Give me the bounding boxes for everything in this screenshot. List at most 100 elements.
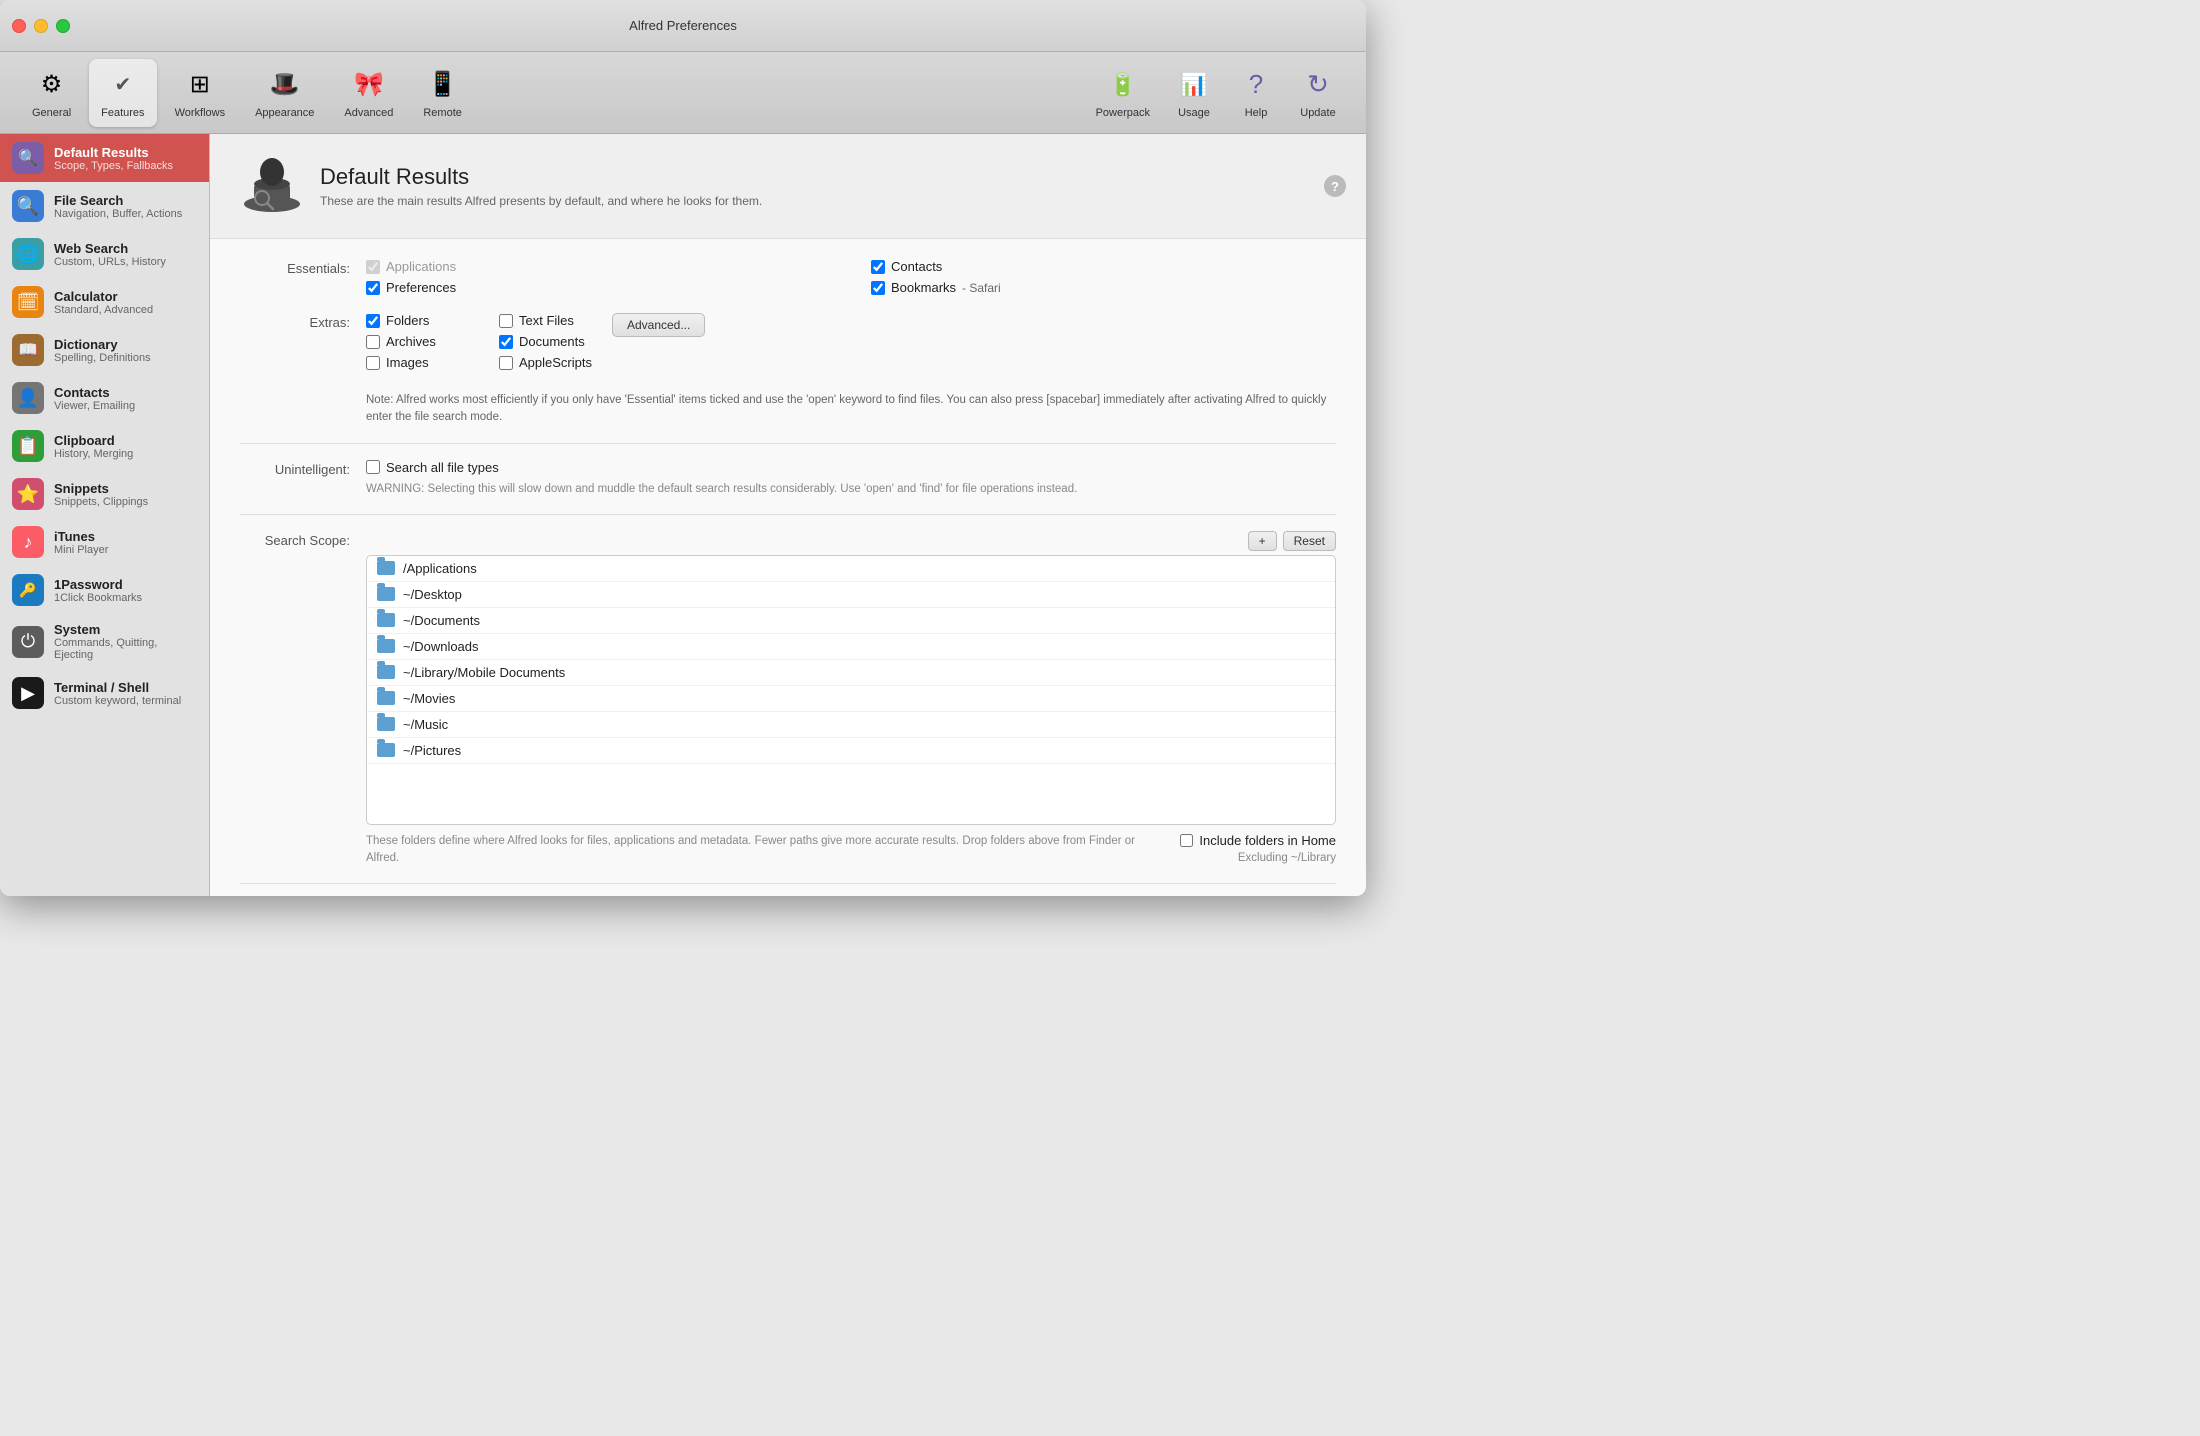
scope-path-documents[interactable]: ~/Documents [367, 608, 1335, 634]
minimize-button[interactable] [34, 19, 48, 33]
scope-path-pictures[interactable]: ~/Pictures [367, 738, 1335, 764]
sidebar-item-web-search[interactable]: 🌐 Web Search Custom, URLs, History [0, 230, 209, 278]
toolbar-item-advanced[interactable]: 🎀 Advanced [332, 59, 405, 127]
sidebar-text-web-search: Web Search Custom, URLs, History [54, 241, 166, 268]
sidebar-item-snippets[interactable]: ⭐ Snippets Snippets, Clippings [0, 470, 209, 518]
scope-path-applications[interactable]: /Applications [367, 556, 1335, 582]
checkbox-folders[interactable]: Folders [366, 313, 459, 328]
scope-path-text-pictures: ~/Pictures [403, 743, 461, 758]
scope-add-button[interactable]: + [1248, 531, 1277, 551]
toolbar-label-general: General [32, 107, 71, 119]
checkbox-contacts[interactable]: Contacts [871, 259, 1336, 274]
detail-header-text: Default Results These are the main resul… [320, 164, 762, 208]
checkbox-preferences-label: Preferences [386, 280, 456, 295]
sidebar-text-clipboard: Clipboard History, Merging [54, 433, 133, 460]
sidebar-item-subtitle-calculator: Standard, Advanced [54, 304, 153, 316]
checkbox-documents[interactable]: Documents [499, 334, 592, 349]
scope-path-text-downloads: ~/Downloads [403, 639, 479, 654]
checkbox-applescripts[interactable]: AppleScripts [499, 355, 592, 370]
sidebar-item-1password[interactable]: 🔑 1Password 1Click Bookmarks [0, 566, 209, 614]
sidebar-item-itunes[interactable]: ♪ iTunes Mini Player [0, 518, 209, 566]
checkbox-search-all-input[interactable] [366, 460, 380, 474]
system-icon: ⏻ [12, 626, 44, 658]
scope-path-library-mobile[interactable]: ~/Library/Mobile Documents [367, 660, 1335, 686]
toolbar-label-workflows: Workflows [175, 107, 226, 119]
checkbox-bookmarks[interactable]: Bookmarks - Safari [871, 280, 1336, 295]
sidebar-item-default-results[interactable]: 🔍 Default Results Scope, Types, Fallback… [0, 134, 209, 182]
checkbox-preferences-input[interactable] [366, 281, 380, 295]
scope-path-downloads[interactable]: ~/Downloads [367, 634, 1335, 660]
checkbox-text-files-input[interactable] [499, 314, 513, 328]
checkbox-documents-label: Documents [519, 334, 585, 349]
checkbox-documents-input[interactable] [499, 335, 513, 349]
scope-path-text-movies: ~/Movies [403, 691, 455, 706]
toolbar-label-advanced: Advanced [344, 107, 393, 119]
checkbox-images[interactable]: Images [366, 355, 459, 370]
toolbar-item-help[interactable]: ? Help [1228, 59, 1284, 127]
toolbar-item-appearance[interactable]: 🎩 Appearance [243, 59, 326, 127]
scope-path-text-applications: /Applications [403, 561, 477, 576]
extras-label: Extras: [240, 313, 350, 330]
note-content: Note: Alfred works most efficiently if y… [366, 388, 1336, 427]
toolbar-item-remote[interactable]: 📱 Remote [411, 59, 474, 127]
toolbar-label-help: Help [1245, 107, 1268, 119]
sidebar-item-calculator[interactable]: 🗓 Calculator Standard, Advanced [0, 278, 209, 326]
scope-path-desktop[interactable]: ~/Desktop [367, 582, 1335, 608]
file-search-icon: 🔍 [12, 190, 44, 222]
toolbar-item-usage[interactable]: 📊 Usage [1166, 59, 1222, 127]
update-icon: ↻ [1300, 67, 1336, 103]
traffic-lights [12, 19, 70, 33]
checkbox-folders-input[interactable] [366, 314, 380, 328]
sidebar-item-subtitle-terminal: Custom keyword, terminal [54, 695, 181, 707]
checkbox-archives-input[interactable] [366, 335, 380, 349]
toolbar-item-workflows[interactable]: ⊞ Workflows [163, 59, 238, 127]
checkbox-applications-input[interactable] [366, 260, 380, 274]
toolbar-item-features[interactable]: ✔ Features [89, 59, 156, 127]
sidebar-text-itunes: iTunes Mini Player [54, 529, 108, 556]
checkbox-preferences[interactable]: Preferences [366, 280, 831, 295]
toolbar-label-appearance: Appearance [255, 107, 314, 119]
include-home-row[interactable]: Include folders in Home [1180, 833, 1336, 848]
checkbox-images-input[interactable] [366, 356, 380, 370]
toolbar-item-powerpack[interactable]: 🔋 Powerpack [1086, 59, 1160, 127]
sidebar-item-title-itunes: iTunes [54, 529, 108, 544]
checkbox-applescripts-input[interactable] [499, 356, 513, 370]
titlebar: Alfred Preferences [0, 0, 1366, 52]
sidebar-item-dictionary[interactable]: 📖 Dictionary Spelling, Definitions [0, 326, 209, 374]
advanced-button[interactable]: Advanced... [612, 313, 705, 337]
scope-reset-button[interactable]: Reset [1283, 531, 1336, 551]
scope-path-text-desktop: ~/Desktop [403, 587, 462, 602]
main-content: 🔍 Default Results Scope, Types, Fallback… [0, 134, 1366, 896]
alfred-hat-icon [240, 154, 304, 218]
checkbox-applications[interactable]: Applications [366, 259, 831, 274]
close-button[interactable] [12, 19, 26, 33]
sidebar-item-contacts[interactable]: 👤 Contacts Viewer, Emailing [0, 374, 209, 422]
sidebar-item-file-search[interactable]: 🔍 File Search Navigation, Buffer, Action… [0, 182, 209, 230]
sidebar-item-subtitle-contacts: Viewer, Emailing [54, 400, 135, 412]
extras-row: Extras: Folders Text Files [240, 313, 1336, 370]
scope-path-movies[interactable]: ~/Movies [367, 686, 1335, 712]
calculator-icon: 🗓 [12, 286, 44, 318]
include-home-checkbox[interactable] [1180, 834, 1193, 847]
appearance-icon: 🎩 [267, 67, 303, 103]
checkbox-archives-label: Archives [386, 334, 436, 349]
toolbar-item-update[interactable]: ↻ Update [1290, 59, 1346, 127]
dictionary-icon: 📖 [12, 334, 44, 366]
sidebar-item-system[interactable]: ⏻ System Commands, Quitting, Ejecting [0, 614, 209, 669]
checkbox-archives[interactable]: Archives [366, 334, 459, 349]
maximize-button[interactable] [56, 19, 70, 33]
checkbox-search-all[interactable]: Search all file types [366, 460, 1336, 475]
sidebar-item-terminal[interactable]: ▶ Terminal / Shell Custom keyword, termi… [0, 669, 209, 717]
checkbox-text-files[interactable]: Text Files [499, 313, 592, 328]
checkbox-contacts-label: Contacts [891, 259, 942, 274]
help-button[interactable]: ? [1324, 175, 1346, 197]
checkbox-bookmarks-input[interactable] [871, 281, 885, 295]
sidebar-text-default-results: Default Results Scope, Types, Fallbacks [54, 145, 173, 172]
sidebar-item-clipboard[interactable]: 📋 Clipboard History, Merging [0, 422, 209, 470]
checkbox-applications-label: Applications [386, 259, 456, 274]
toolbar-label-update: Update [1300, 107, 1335, 119]
checkbox-contacts-input[interactable] [871, 260, 885, 274]
scope-path-music[interactable]: ~/Music [367, 712, 1335, 738]
toolbar-item-general[interactable]: ⚙ General [20, 59, 83, 127]
folder-icon-pictures [377, 743, 395, 757]
